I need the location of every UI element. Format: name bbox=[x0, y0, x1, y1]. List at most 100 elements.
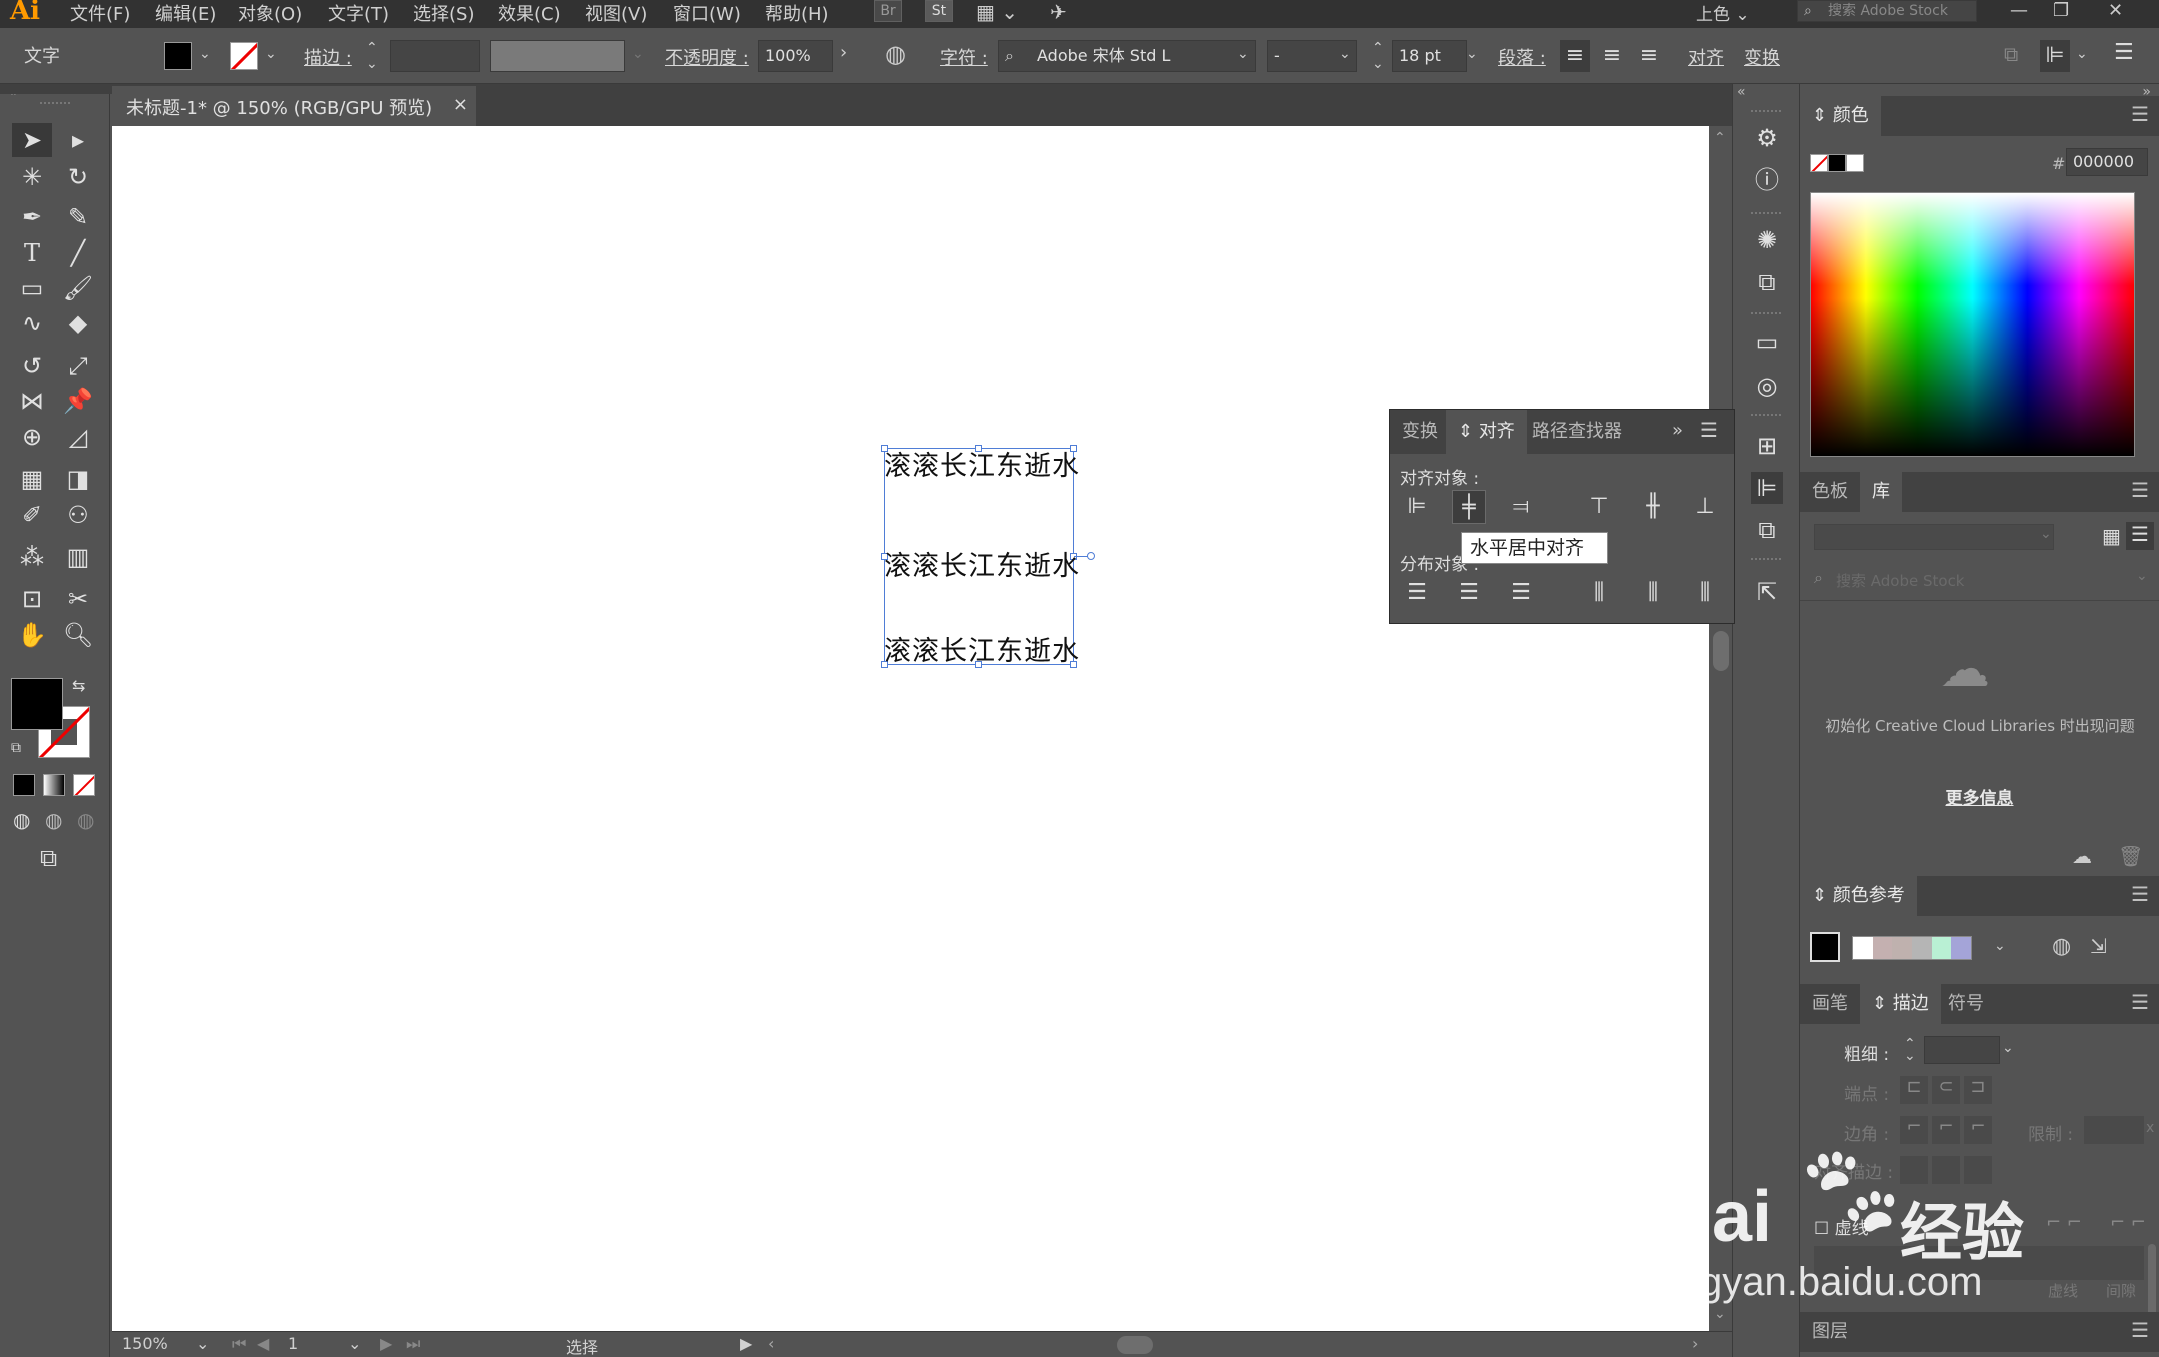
previous-artboard-icon[interactable]: ◀ bbox=[257, 1334, 269, 1353]
delete-icon[interactable]: 🗑 bbox=[2118, 844, 2143, 868]
close-window-icon[interactable]: ✕ bbox=[2108, 0, 2123, 21]
color-spectrum[interactable] bbox=[1810, 192, 2135, 457]
draw-normal-icon[interactable]: ◍ bbox=[13, 808, 30, 832]
harmony-swatches[interactable] bbox=[1852, 936, 1972, 960]
butt-cap-icon[interactable]: ⊏ bbox=[1900, 1076, 1928, 1104]
tab-swatches[interactable]: 色板 bbox=[1800, 472, 1860, 512]
canvas-text-line[interactable]: 滚滚长江东逝水 bbox=[884, 544, 1080, 583]
collapse-panel-icon[interactable]: » bbox=[1672, 420, 1683, 441]
gradient-mode-button[interactable] bbox=[43, 774, 65, 796]
info-icon[interactable]: ⓘ bbox=[1751, 164, 1783, 196]
stock-button[interactable]: St bbox=[925, 0, 953, 22]
type-tool-icon[interactable]: T bbox=[12, 236, 52, 270]
stroke-weight-stepper[interactable]: ⌃ ⌄ bbox=[366, 40, 378, 72]
draw-behind-icon[interactable]: ◍ bbox=[45, 808, 62, 832]
harmony-swatch[interactable] bbox=[1912, 937, 1932, 959]
edit-colors-icon[interactable]: ◍ bbox=[2052, 934, 2071, 959]
stroke-dropdown-icon[interactable]: ⌄ bbox=[265, 46, 277, 62]
artboard-dropdown-icon[interactable]: ⌄ bbox=[348, 1334, 361, 1353]
close-tab-icon[interactable]: × bbox=[453, 94, 468, 115]
isolate-icon[interactable]: ⧉ bbox=[2004, 42, 2018, 66]
puppet-warp-tool-icon[interactable]: 📌 bbox=[58, 384, 98, 418]
first-artboard-icon[interactable]: ⏮ bbox=[232, 1334, 246, 1354]
lasso-tool-icon[interactable]: ↻ bbox=[58, 160, 98, 194]
paintbrush-tool-icon[interactable]: 🖌 bbox=[58, 271, 98, 305]
eraser-tool-icon[interactable]: ◆ bbox=[58, 306, 98, 340]
arrange-icon[interactable]: ⊫ bbox=[2040, 40, 2070, 72]
strip-grip[interactable] bbox=[1751, 110, 1781, 112]
fill-swatch[interactable] bbox=[164, 42, 192, 70]
stroke-weight-field[interactable] bbox=[390, 40, 480, 72]
menu-select[interactable]: 选择(S) bbox=[413, 0, 474, 26]
fill-color-box[interactable] bbox=[11, 678, 63, 730]
screen-mode-icon[interactable]: ⧉ bbox=[40, 844, 57, 872]
color-mode-button[interactable] bbox=[13, 774, 35, 796]
font-family-field[interactable]: ⌕ Adobe 宋体 Std L bbox=[998, 40, 1256, 72]
stroke-weight-panel-field[interactable] bbox=[1924, 1036, 2000, 1064]
vertical-distribute-top-icon[interactable]: ☰ bbox=[1400, 576, 1434, 610]
artboard-canvas[interactable] bbox=[112, 126, 1709, 1331]
status-menu-icon[interactable]: ▶ bbox=[740, 1334, 752, 1353]
draw-inside-icon[interactable]: ◍ bbox=[77, 808, 94, 832]
export-icon[interactable]: ⇱ bbox=[1751, 576, 1783, 608]
default-fill-stroke-icon[interactable]: ⧉ bbox=[11, 740, 21, 756]
width-tool-icon[interactable]: ⋈ bbox=[12, 384, 52, 418]
stock-search-input[interactable]: ⌕ 搜索 Adobe Stock bbox=[1797, 0, 1977, 22]
symbol-sprayer-tool-icon[interactable]: ⁂ bbox=[12, 540, 52, 574]
harmony-swatch[interactable] bbox=[1872, 937, 1893, 959]
none-mode-button[interactable] bbox=[73, 774, 95, 796]
arrange-dropdown-icon[interactable]: ⌄ bbox=[2076, 46, 2088, 62]
vertical-distribute-center-icon[interactable]: ☰ bbox=[1452, 576, 1486, 610]
stroke-label[interactable]: 描边 : bbox=[304, 44, 352, 70]
align-center-text-icon[interactable]: ≡ bbox=[1597, 40, 1627, 72]
harmony-swatch[interactable] bbox=[1951, 937, 1972, 959]
gradient-tool-icon[interactable]: ◨ bbox=[58, 462, 98, 496]
cloud-sync-icon[interactable]: ☁ bbox=[2072, 844, 2092, 868]
black-swatch[interactable] bbox=[1828, 154, 1846, 172]
tab-layers[interactable]: 图层 bbox=[1800, 1312, 1860, 1352]
horizontal-align-center-icon[interactable]: ╪ bbox=[1452, 490, 1486, 524]
gpu-performance-icon[interactable]: ✈ bbox=[1050, 0, 1067, 24]
tab-brushes[interactable]: 画笔 bbox=[1800, 984, 1860, 1024]
mesh-tool-icon[interactable]: ▦ bbox=[12, 462, 52, 496]
transparency-icon[interactable]: ◎ bbox=[1751, 370, 1783, 402]
horizontal-align-right-icon[interactable]: ⫤ bbox=[1504, 490, 1538, 524]
canvas-text-line[interactable]: 滚滚长江东逝水 bbox=[884, 629, 1080, 668]
font-size-stepper[interactable]: ⌃ ⌄ bbox=[1372, 40, 1384, 72]
stroke-panel-menu-icon[interactable]: ☰ bbox=[2131, 990, 2149, 1014]
align-left-text-icon[interactable]: ≡ bbox=[1560, 40, 1590, 72]
recolor-artwork-icon[interactable]: ◍ bbox=[885, 40, 906, 68]
font-size-dropdown-icon[interactable]: ⌄ bbox=[1466, 46, 1478, 62]
rotate-tool-icon[interactable]: ↺ bbox=[12, 349, 52, 383]
tab-color[interactable]: ⇕ 颜色 bbox=[1800, 96, 1881, 136]
scale-tool-icon[interactable]: ⤢ bbox=[58, 349, 98, 383]
tab-color-guide[interactable]: ⇕ 颜色参考 bbox=[1800, 876, 1917, 916]
tab-libraries[interactable]: 库 bbox=[1860, 472, 1902, 512]
hex-color-field[interactable]: 000000 bbox=[2066, 148, 2148, 176]
next-artboard-icon[interactable]: ▶ bbox=[380, 1334, 392, 1353]
vertical-distribute-bottom-icon[interactable]: ☰ bbox=[1504, 576, 1538, 610]
library-dropdown-icon[interactable]: ⌄ bbox=[2040, 526, 2052, 542]
last-artboard-icon[interactable]: ⏭ bbox=[406, 1334, 420, 1354]
scroll-right-icon[interactable]: › bbox=[1692, 1334, 1698, 1353]
properties-icon[interactable]: ⚙ bbox=[1751, 122, 1783, 154]
menu-edit[interactable]: 编辑(E) bbox=[155, 0, 216, 26]
column-graph-tool-icon[interactable]: ▥ bbox=[58, 540, 98, 574]
slice-tool-icon[interactable]: ✂ bbox=[58, 582, 98, 616]
character-label[interactable]: 字符 : bbox=[940, 44, 988, 70]
strip-grip[interactable] bbox=[1751, 558, 1781, 560]
variable-width-profile[interactable] bbox=[490, 40, 625, 72]
menu-object[interactable]: 对象(O) bbox=[238, 0, 302, 26]
blend-tool-icon[interactable]: ⚇ bbox=[58, 498, 98, 532]
minimize-icon[interactable]: — bbox=[2010, 0, 2028, 21]
shape-builder-tool-icon[interactable]: ⊕ bbox=[12, 420, 52, 454]
list-view-icon[interactable]: ☰ bbox=[2126, 522, 2154, 550]
base-color-swatch[interactable] bbox=[1810, 932, 1840, 962]
swap-fill-stroke-icon[interactable]: ⇆ bbox=[72, 676, 85, 695]
status-mode[interactable]: 选择 bbox=[566, 1334, 598, 1357]
maximize-icon[interactable]: ❐ bbox=[2053, 0, 2069, 21]
vertical-align-bottom-icon[interactable]: ⊥ bbox=[1688, 490, 1722, 524]
projecting-cap-icon[interactable]: ⊐ bbox=[1964, 1076, 1992, 1104]
bridge-button[interactable]: Br bbox=[874, 0, 902, 22]
library-search-dropdown-icon[interactable]: ⌄ bbox=[2136, 568, 2148, 584]
